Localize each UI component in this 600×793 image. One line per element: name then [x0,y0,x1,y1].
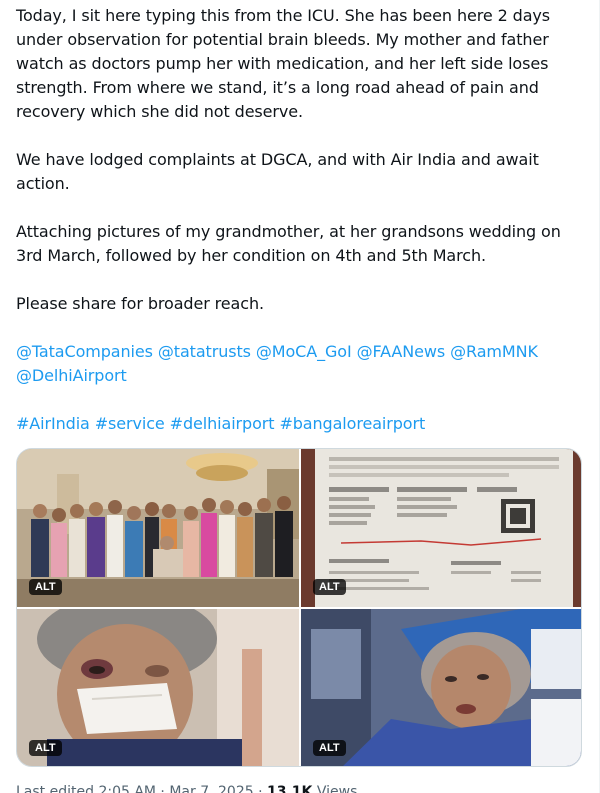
alt-text-badge[interactable]: ALT [313,579,346,595]
hashtag-link[interactable]: #service [95,414,165,433]
post-paragraph-2: We have lodged complaints at DGCA, and w… [16,150,539,193]
photo-boarding-pass[interactable]: ALT [301,449,581,607]
mention-link[interactable]: @MoCA_GoI [256,342,352,361]
alt-text-badge[interactable]: ALT [29,579,62,595]
alt-text-badge[interactable]: ALT [29,740,62,756]
media-grid: ALT ALT ALT ALT [16,448,582,767]
mention-list: @TataCompanies @tatatrusts @MoCA_GoI @FA… [16,340,584,388]
views-count: 13.1K [267,784,313,793]
mention-link[interactable]: @DelhiAirport [16,366,127,385]
post-meta: Last edited 2:05 AM · Mar 7, 2025 · 13.1… [16,782,357,793]
hashtag-link[interactable]: #bangaloreairport [279,414,425,433]
hashtag-link[interactable]: #delhiairport [170,414,275,433]
photo-injured-face[interactable]: ALT [17,609,299,766]
post-body: Today, I sit here typing this from the I… [16,0,584,436]
post-paragraph-1: Today, I sit here typing this from the I… [16,6,551,121]
hashtag-list: #AirIndia #service #delhiairport #bangal… [16,412,584,436]
photo-hospital-bed[interactable]: ALT [301,609,581,766]
views-label: Views [312,784,358,793]
edited-timestamp[interactable]: Last edited 2:05 AM · Mar 7, 2025 · [16,784,267,793]
mention-link[interactable]: @TataCompanies [16,342,153,361]
post-paragraph-4: Please share for broader reach. [16,294,264,313]
mention-link[interactable]: @tatatrusts [158,342,251,361]
hashtag-link[interactable]: #AirIndia [16,414,90,433]
photo-family-wedding[interactable]: ALT [17,449,299,607]
mention-link[interactable]: @FAANews [357,342,446,361]
alt-text-badge[interactable]: ALT [313,740,346,756]
post-paragraph-3: Attaching pictures of my grandmother, at… [16,222,561,265]
mention-link[interactable]: @RamMNK [450,342,538,361]
